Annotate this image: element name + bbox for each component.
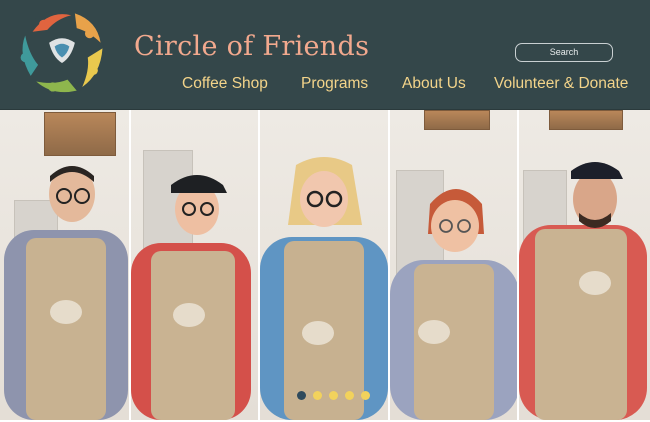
nav-item-coffee-shop[interactable]: Coffee Shop [182,75,268,93]
site-header: Circle of Friends Search Coffee Shop Pro… [0,0,650,110]
nav-item-volunteer-donate[interactable]: Volunteer & Donate [494,75,628,93]
circle-of-friends-logo[interactable] [14,6,110,98]
hero-carousel [0,110,650,422]
hero-photo-3 [260,110,390,420]
carousel-dot-3[interactable] [329,391,338,400]
hero-photo-2 [131,110,260,420]
nav-item-about-us[interactable]: About Us [402,75,466,93]
carousel-dot-5[interactable] [361,391,370,400]
nav-item-programs[interactable]: Programs [301,75,368,93]
search-input[interactable]: Search [515,43,613,62]
carousel-dot-2[interactable] [313,391,322,400]
hero-photo-1 [0,110,131,420]
hero-photo-5 [519,110,650,420]
carousel-dot-1[interactable] [297,391,306,400]
hero-photo-4 [390,110,519,420]
carousel-dot-4[interactable] [345,391,354,400]
site-title[interactable]: Circle of Friends [134,31,369,62]
